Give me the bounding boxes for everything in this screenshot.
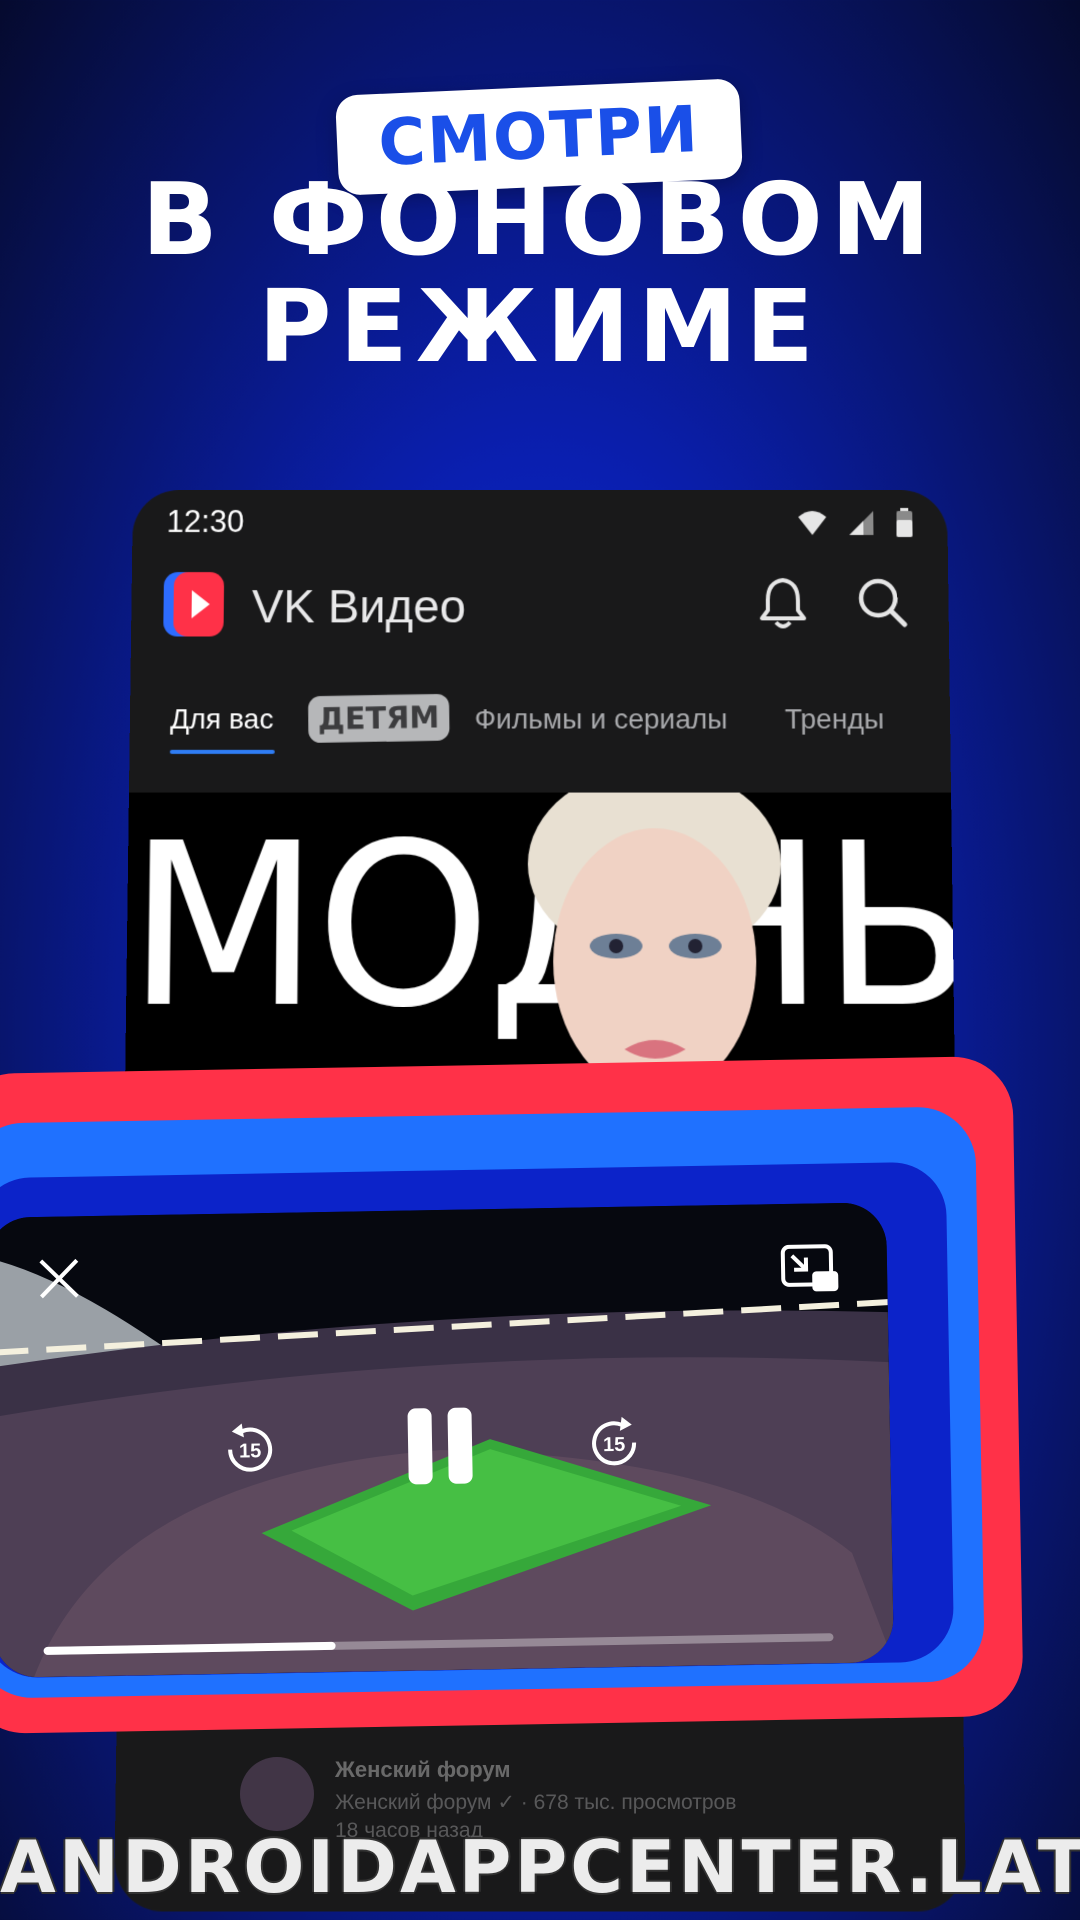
search-icon[interactable] [854,574,911,630]
rewind-label: 15 [239,1440,262,1462]
promo-headline: СМОТРИ В ФОНОВОМ РЕЖИМЕ [0,0,1080,400]
pause-icon[interactable] [399,1405,480,1486]
tab-for-you[interactable]: Для вас [170,703,273,735]
wifi-icon [797,509,827,537]
exit-pip-icon[interactable] [780,1243,841,1296]
channel-avatar [240,1757,314,1831]
pip-player[interactable]: 15 15 [0,1202,894,1678]
status-time: 12:30 [166,504,244,540]
tab-active-indicator [170,750,275,754]
tab-movies-series[interactable]: Фильмы и сериалы [474,703,727,735]
video-title: Женский форум [335,1757,511,1783]
banner-portrait [523,793,788,1081]
signal-icon [847,509,875,537]
status-bar: 12:30 [132,490,948,560]
bell-icon[interactable] [756,574,811,630]
headline-line-1: В ФОНОВОМ [0,165,1080,275]
forward-15-icon[interactable]: 15 [582,1410,647,1475]
tab-kids-label: ДЕТЯМ [318,700,440,738]
battery-icon [895,508,913,538]
close-icon[interactable] [37,1256,82,1301]
watermark: ANDROIDAPPCENTER.LAT [0,1825,1080,1909]
headline-line-2: РЕЖИМЕ [0,272,1080,382]
app-title: VK Видео [252,578,466,633]
tab-kids[interactable]: ДЕТЯМ [308,694,450,743]
tab-trends[interactable]: Тренды [785,703,885,735]
vk-video-logo [161,570,226,640]
rewind-15-icon[interactable]: 15 [218,1417,283,1482]
forward-label: 15 [603,1434,626,1456]
category-tabs: Для вас ДЕТЯМ Фильмы и сериалы Тренды [129,691,951,772]
app-bar: VK Видео [130,570,949,681]
video-meta: Женский форум ✓ · 678 тыс. просмотров [335,1790,736,1815]
featured-banner[interactable]: МОДНЫЙ [125,793,955,1081]
